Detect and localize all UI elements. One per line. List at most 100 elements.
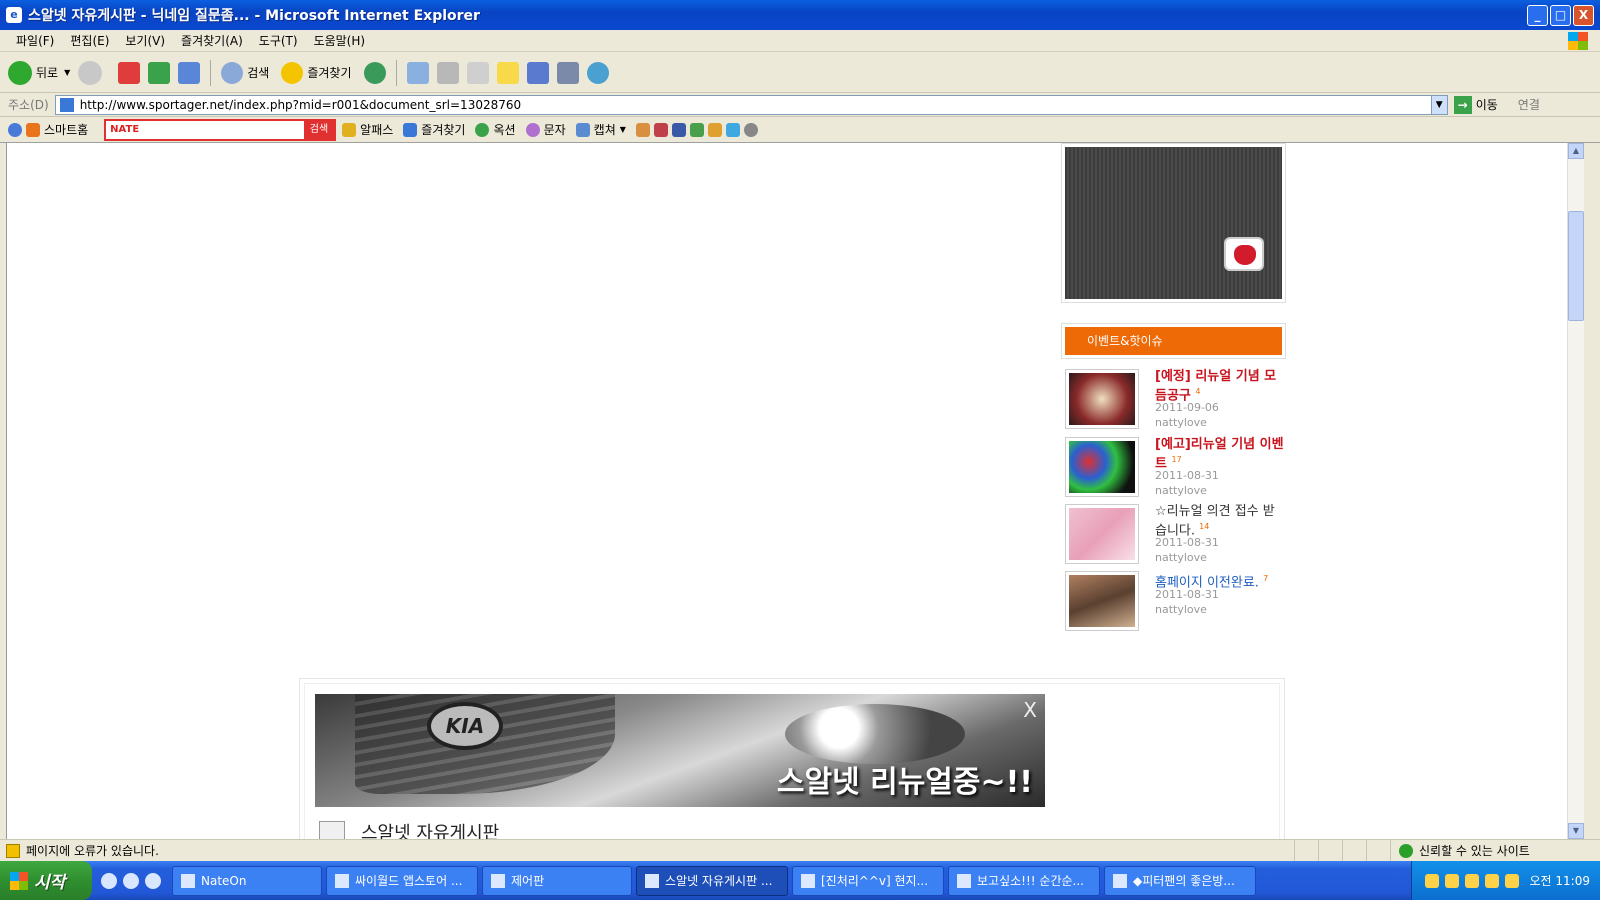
event-title[interactable]: ☆리뉴얼 의견 접수 받습니다. 14 <box>1155 504 1285 538</box>
title-bar[interactable]: e 스알넷 자유게시판 - 닉네임 질문좀... - Microsoft Int… <box>0 0 1600 30</box>
forward-button[interactable] <box>78 60 106 85</box>
renewal-banner[interactable]: KIA 스알넷 리뉴얼중~!! X <box>315 694 1045 807</box>
close-button[interactable]: X <box>1573 4 1594 26</box>
event-date: 2011-08-31 <box>1155 536 1219 549</box>
address-input[interactable]: http://www.sportager.net/index.php?mid=r… <box>54 94 1448 115</box>
address-dropdown-icon[interactable]: ▼ <box>1430 95 1447 114</box>
forward-arrow-icon <box>78 60 103 85</box>
task-sportager[interactable]: 스알넷 자유게시판 ... <box>636 865 788 896</box>
memo-icon[interactable] <box>707 122 722 137</box>
alpass-button[interactable]: 알패스 <box>342 121 393 138</box>
task-chat-1[interactable]: [진처리^^v] 현지... <box>792 865 944 896</box>
smarthome-button[interactable]: 스마트홈 <box>26 121 88 138</box>
nate-favorites-button[interactable]: 즐겨찾기 <box>403 121 465 138</box>
task-chat-2[interactable]: 보고싶소!!! 순간순... <box>948 865 1100 896</box>
volume-icon[interactable] <box>1464 873 1479 888</box>
board-title[interactable]: 스알넷 자유게시판 <box>361 819 499 839</box>
twitter-icon[interactable] <box>725 122 740 137</box>
broom-icon[interactable] <box>635 122 650 137</box>
links-button[interactable]: 연결 <box>1518 96 1540 113</box>
stop-icon[interactable] <box>118 61 141 84</box>
capture-button[interactable]: 캡쳐 ▼ <box>575 121 626 138</box>
task-peterpan[interactable]: ◆피터팬의 좋은방... <box>1104 865 1256 896</box>
research-icon[interactable] <box>556 61 579 84</box>
nate-search-button[interactable]: 검색 <box>303 120 335 139</box>
print-icon[interactable] <box>436 61 459 84</box>
event-item[interactable]: 홈페이지 이전완료. 7 2011-08-31 nattylove <box>1065 571 1295 633</box>
menu-tools[interactable]: 도구(T) <box>259 32 298 49</box>
menu-help[interactable]: 도움말(H) <box>314 32 366 49</box>
chat-icon <box>957 873 971 888</box>
start-button[interactable]: 시작 <box>0 861 92 900</box>
event-author: nattylove <box>1155 551 1207 564</box>
back-dropdown-icon[interactable]: ▼ <box>64 68 70 77</box>
event-author: nattylove <box>1155 603 1207 616</box>
media-quicklaunch-icon[interactable] <box>123 872 139 889</box>
messenger-icon[interactable] <box>526 61 549 84</box>
comment-count: 14 <box>1199 522 1210 531</box>
calendar-icon[interactable] <box>689 122 704 137</box>
minimize-button[interactable]: _ <box>1527 4 1548 26</box>
task-control-panel[interactable]: 제어판 <box>482 865 632 896</box>
book-icon[interactable] <box>653 122 668 137</box>
ie-toolbar-icon[interactable] <box>8 122 22 137</box>
back-button[interactable]: 뒤로 ▼ <box>8 60 70 85</box>
capture-dropdown-icon[interactable]: ▼ <box>620 125 626 134</box>
nate-search-field[interactable]: NATE 검색 <box>104 118 337 141</box>
favorites-button[interactable]: 즐겨찾기 <box>277 61 352 84</box>
event-item[interactable]: [예정] 리뉴얼 기념 모듬공구 4 2011-09-06 nattylove <box>1065 369 1295 431</box>
event-item[interactable]: ☆리뉴얼 의견 접수 받습니다. 14 2011-08-31 nattylove <box>1065 504 1295 566</box>
safe-remove-icon[interactable] <box>1504 873 1519 888</box>
more-icon[interactable] <box>743 122 758 137</box>
security-zone-label: 신뢰할 수 있는 사이트 <box>1419 844 1530 858</box>
mail-icon[interactable] <box>406 61 429 84</box>
shield-icon[interactable] <box>1424 873 1439 888</box>
task-cyworld[interactable]: 싸이월드 앱스토어 ... <box>326 865 478 896</box>
network-icon[interactable] <box>1484 873 1499 888</box>
status-message[interactable]: 페이지에 오류가 있습니다. <box>26 842 159 859</box>
menu-file[interactable]: 파일(F) <box>16 32 54 49</box>
home-icon[interactable] <box>178 61 201 84</box>
vertical-scrollbar[interactable]: ▲ ▼ <box>1567 143 1584 839</box>
go-button[interactable]: → 이동 <box>1453 95 1498 114</box>
status-cell <box>1342 840 1366 861</box>
windows-logo-icon <box>1568 32 1588 50</box>
users-icon[interactable] <box>586 61 609 84</box>
event-title[interactable]: [예고]리뉴얼 기념 이벤트 17 <box>1155 437 1285 471</box>
scroll-thumb[interactable] <box>1568 211 1584 321</box>
event-thumbnail[interactable] <box>1065 437 1139 497</box>
floor-mat-photo[interactable] <box>1061 143 1286 303</box>
address-url: http://www.sportager.net/index.php?mid=r… <box>79 97 522 112</box>
window-title: 스알넷 자유게시판 - 닉네임 질문좀... - Microsoft Inter… <box>28 8 480 24</box>
menu-view[interactable]: 보기(V) <box>125 32 165 49</box>
message-button[interactable]: 문자 <box>525 121 566 138</box>
event-thumbnail[interactable] <box>1065 571 1139 631</box>
scroll-up-icon[interactable]: ▲ <box>1568 143 1584 159</box>
clock[interactable]: 오전 11:09 <box>1530 872 1590 889</box>
auction-button[interactable]: 옥션 <box>475 121 516 138</box>
security-zone[interactable]: 신뢰할 수 있는 사이트 <box>1390 840 1600 861</box>
menu-favorites[interactable]: 즐겨찾기(A) <box>181 32 243 49</box>
go-label: 이동 <box>1475 98 1498 112</box>
note-icon[interactable] <box>496 61 519 84</box>
event-item[interactable]: [예고]리뉴얼 기념 이벤트 17 2011-08-31 nattylove <box>1065 437 1295 499</box>
refresh-icon[interactable] <box>148 61 171 84</box>
scroll-down-icon[interactable]: ▼ <box>1568 823 1584 839</box>
save-icon[interactable] <box>671 122 686 137</box>
event-thumbnail[interactable] <box>1065 504 1139 564</box>
event-author: nattylove <box>1155 484 1207 497</box>
warning-icon[interactable] <box>6 843 20 858</box>
menu-edit[interactable]: 편집(E) <box>70 32 109 49</box>
control-panel-icon <box>491 873 505 888</box>
history-icon[interactable] <box>363 61 386 84</box>
task-nateon[interactable]: NateOn <box>172 865 322 896</box>
maximize-button[interactable]: □ <box>1550 4 1571 26</box>
search-button[interactable]: 검색 <box>217 61 269 84</box>
smiley-icon[interactable] <box>1444 873 1459 888</box>
edit-icon[interactable] <box>466 61 489 84</box>
close-icon[interactable]: X <box>1023 698 1037 722</box>
ie-quicklaunch-icon[interactable] <box>101 872 117 889</box>
event-thumbnail[interactable] <box>1065 369 1139 429</box>
messenger-quicklaunch-icon[interactable] <box>145 872 161 889</box>
event-title[interactable]: [예정] 리뉴얼 기념 모듬공구 4 <box>1155 369 1285 403</box>
